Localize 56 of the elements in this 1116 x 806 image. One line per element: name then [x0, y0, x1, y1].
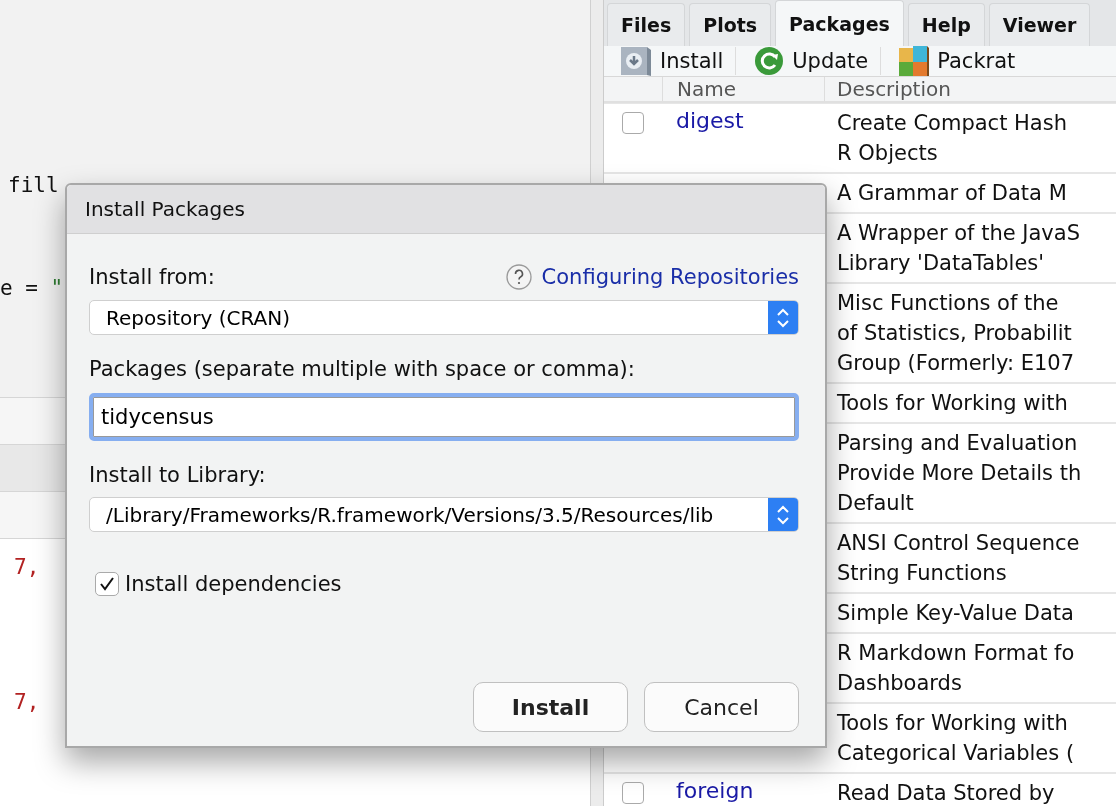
- description-text: of Statistics, Probabilit: [837, 320, 1073, 347]
- packages-input[interactable]: tidycensus: [89, 393, 799, 441]
- field-label: Install from:: [89, 265, 215, 289]
- description-text: Categorical Variables (: [837, 740, 1075, 767]
- code-token: 7,: [14, 555, 40, 579]
- code-token: fill: [8, 173, 59, 197]
- description-text: Dashboards: [837, 670, 963, 697]
- repository-dropdown[interactable]: Repository (CRAN): [89, 300, 799, 335]
- description-text: R Markdown Format fo: [837, 640, 1075, 667]
- stepper-icon: [776, 306, 790, 329]
- description-text: A Wrapper of the JavaS: [837, 220, 1080, 247]
- description-text: Tools for Working with: [837, 710, 1069, 737]
- toolbar-button[interactable]: Install: [620, 46, 736, 76]
- checkbox-label: Install dependencies: [125, 572, 342, 596]
- package-link[interactable]: foreign: [676, 778, 754, 803]
- pane-tab[interactable]: Help: [907, 3, 985, 46]
- code-token: ": [50, 276, 64, 300]
- pane-tab[interactable]: Files: [607, 3, 686, 46]
- description-text: String Functions: [837, 560, 1008, 587]
- field-label: Packages (separate multiple with space or comma):: [89, 357, 636, 381]
- description-text: Provide More Details th: [837, 460, 1082, 487]
- pane-tab[interactable]: Viewer: [988, 3, 1091, 46]
- code-token: e =: [0, 276, 39, 300]
- description-text: ANSI Control Sequence: [837, 530, 1080, 557]
- description-text: Default: [837, 490, 915, 517]
- dialog-button[interactable]: Install: [473, 682, 628, 732]
- pane-tab[interactable]: Packages: [775, 0, 904, 46]
- description-text: Read Data Stored by: [837, 780, 1055, 806]
- description-text: Create Compact Hash: [837, 110, 1067, 137]
- help-icon[interactable]: [505, 264, 532, 290]
- package-link[interactable]: digest: [676, 108, 744, 133]
- toolbar-button[interactable]: Update: [754, 46, 881, 76]
- description-text: Parsing and Evaluation: [837, 430, 1079, 457]
- description-text: A Grammar of Data M: [837, 180, 1067, 207]
- description-text: Tools for Working with: [837, 390, 1068, 417]
- help-link[interactable]: Configuring Repositories: [541, 265, 799, 289]
- description-text: Library 'DataTables': [837, 250, 1046, 277]
- column-header[interactable]: Name: [677, 77, 736, 101]
- code-token: 7,: [14, 690, 40, 714]
- toolbar-button[interactable]: Packrat: [899, 46, 1028, 76]
- row-checkbox[interactable]: [622, 112, 644, 134]
- checkmark-icon: [98, 575, 116, 593]
- stepper-icon: [776, 503, 790, 526]
- row-checkbox[interactable]: [622, 782, 644, 804]
- field-label: Install to Library:: [89, 463, 267, 487]
- column-header[interactable]: Description: [837, 77, 951, 101]
- description-text: Simple Key-Value Data: [837, 600, 1074, 627]
- dependencies-checkbox[interactable]: [95, 572, 119, 596]
- description-text: Misc Functions of the: [837, 290, 1060, 317]
- pane-tab[interactable]: Plots: [689, 3, 772, 46]
- description-text: Group (Formerly: E107: [837, 350, 1075, 377]
- library-dropdown[interactable]: /Library/Frameworks/R.framework/Versions/3.5/Resources/lib: [89, 497, 799, 532]
- dialog-button[interactable]: Cancel: [644, 682, 799, 732]
- description-text: R Objects: [837, 140, 939, 167]
- cube-icon: [899, 46, 930, 76]
- dialog-title: Install Packages: [67, 185, 825, 234]
